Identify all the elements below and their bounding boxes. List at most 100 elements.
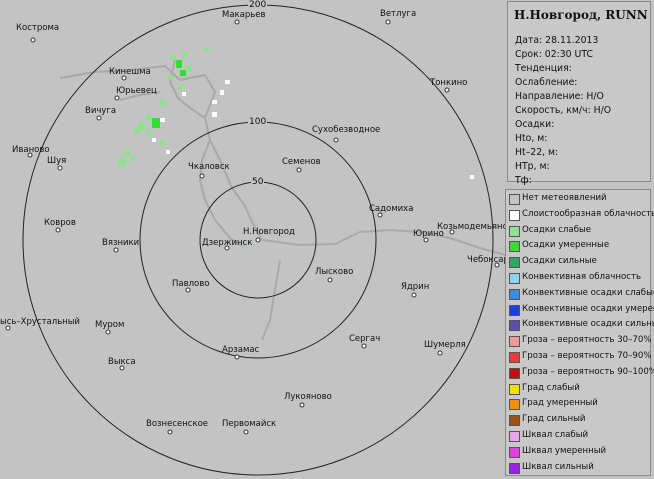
legend-label: Шквал слабый (522, 430, 589, 440)
legend-item: Осадки умеренные (509, 239, 651, 253)
info-trend: Тенденция: (515, 63, 572, 74)
info-speed: Скорость, км/ч: Н/О (515, 105, 612, 116)
city-label: Ветлуга (380, 9, 417, 19)
radar-viewer: 50 100 200 Кострома Макарьев Ветлуга Кин… (0, 0, 654, 479)
legend-item: Гроза – вероятность 90–100% (509, 366, 654, 380)
legend-label: Конвективные осадки слабые (522, 287, 654, 298)
station-title: Н.Новгород, RUNN (514, 8, 648, 22)
city-label: Вязники (102, 238, 140, 248)
legend-item: Нет метеоявлений (509, 192, 651, 206)
legend-swatch (509, 462, 520, 474)
city-label: Ядрин (401, 282, 430, 292)
info-precip: Осадки: (515, 119, 555, 130)
legend-item: Конвективная облачность (509, 271, 651, 285)
legend-label: Гроза – вероятность 90–100% (522, 366, 654, 377)
info-ht22: Ht–22, м: (515, 147, 559, 158)
city-label: Кострома (16, 23, 60, 33)
legend-item: Конвективные осадки сильные (509, 318, 654, 332)
range-label-200: 200 (248, 0, 268, 10)
legend-label: Конвективная облачность (522, 272, 642, 282)
legend-swatch (509, 446, 520, 458)
city-label: Кинешма (109, 67, 151, 77)
legend-item: Конвективные осадки слабые (509, 287, 654, 301)
legend-label: Конвективные осадки умерен. (522, 303, 654, 314)
info-date: Дата: 28.11.2013 (515, 35, 599, 46)
legend-label: Шквал умеренный (522, 445, 607, 456)
city-label: Шуя (47, 156, 67, 166)
legend-item: Шквал сильный (509, 461, 651, 475)
info-hto: Hto, м: (515, 133, 548, 144)
legend-label: Гроза – вероятность 70–90% (522, 351, 652, 361)
city-label: Выкса (108, 357, 136, 367)
legend-swatch (509, 383, 520, 395)
city-label: Юрино (413, 229, 444, 239)
legend-swatch (509, 273, 520, 284)
legend-item: Град сильный (509, 413, 651, 427)
city-label: Дзержинск (202, 238, 253, 248)
legend-swatch (509, 225, 520, 237)
legend-swatch (509, 367, 520, 379)
legend-swatch (509, 241, 520, 253)
city-label: Первомайск (222, 419, 277, 429)
legend-item: Гроза – вероятность 30–70% (509, 334, 652, 348)
legend-swatch (509, 399, 520, 411)
city-label: Сухобезводное (312, 125, 381, 135)
legend-label: Конвективные осадки сильные (522, 319, 654, 330)
city-label: Садомиха (369, 204, 414, 214)
city-label: Юрьевец (116, 86, 157, 96)
range-label-100: 100 (248, 117, 268, 127)
radar-map-graphics (5, 4, 506, 476)
city-label: Козьмодемьянск (437, 222, 506, 232)
legend-label: Слоистообразная облачность (522, 208, 654, 219)
legend-item: Осадки сильные (509, 255, 651, 269)
legend-label: Град умеренный (522, 398, 598, 409)
legend-label: Град сильный (522, 414, 586, 425)
city-label: Иваново (12, 145, 50, 155)
legend-swatch (509, 209, 520, 221)
legend-item: Конвективные осадки умерен. (509, 303, 654, 317)
legend-swatch (509, 288, 520, 300)
city-label: Лысково (315, 267, 354, 277)
city-label: Чебоксары (467, 255, 506, 265)
city-label: Вичуга (85, 106, 117, 116)
legend-label: Нет метеоявлений (522, 193, 607, 203)
legend-item: Шквал слабый (509, 429, 651, 443)
legend-item: Шквал умеренный (509, 445, 651, 459)
city-label: Лукояново (284, 392, 332, 402)
legend-swatch (509, 257, 520, 269)
info-direction: Направление: Н/О (515, 91, 604, 102)
legend-label: Осадки слабые (522, 224, 592, 235)
city-label: Тонкино (430, 78, 468, 88)
info-time: Срок: 02:30 UTC (515, 49, 593, 60)
city-label: Семенов (282, 157, 321, 167)
info-htr: HTр, м: (515, 161, 550, 172)
legend-label: Гроза – вероятность 30–70% (522, 335, 652, 346)
range-label-50: 50 (251, 177, 265, 187)
city-label: Чкаловск (188, 162, 230, 172)
legend-label: Осадки сильные (522, 256, 597, 267)
city-label: Павлово (172, 279, 210, 289)
city-label: Вознесенское (146, 419, 209, 429)
river-network (59, 59, 506, 341)
legend-swatch (509, 336, 520, 348)
legend-label: Осадки умеренные (522, 240, 610, 251)
legend-swatch (509, 320, 520, 332)
legend-label: Шквал сильный (522, 461, 594, 472)
legend-item: Гроза – вероятность 70–90% (509, 350, 652, 364)
city-label: Макарьев (222, 10, 266, 20)
legend-panel: Нет метеоявлений Слоистообразная облачнос… (505, 189, 654, 476)
legend-item: Слоистообразная облачность (509, 208, 654, 222)
legend-item: Град слабый (509, 382, 651, 396)
city-label: Муром (95, 320, 125, 330)
city-label: Ковров (44, 218, 76, 228)
info-panel: Н.Новгород, RUNN Дата: 28.11.2013 Срок: … (507, 1, 651, 186)
city-label: Н.Новгород (243, 227, 295, 237)
city-label: ысь–Хрустальный (0, 317, 80, 327)
legend-swatch (509, 431, 520, 442)
radar-map[interactable]: 50 100 200 Кострома Макарьев Ветлуга Кин… (0, 0, 506, 479)
legend-item: Осадки слабые (509, 224, 651, 238)
city-label: Шумерля (424, 340, 466, 350)
legend-item: Град умеренный (509, 397, 651, 411)
city-label: Арзамас (222, 345, 260, 355)
info-tf: Тф: (515, 175, 532, 186)
